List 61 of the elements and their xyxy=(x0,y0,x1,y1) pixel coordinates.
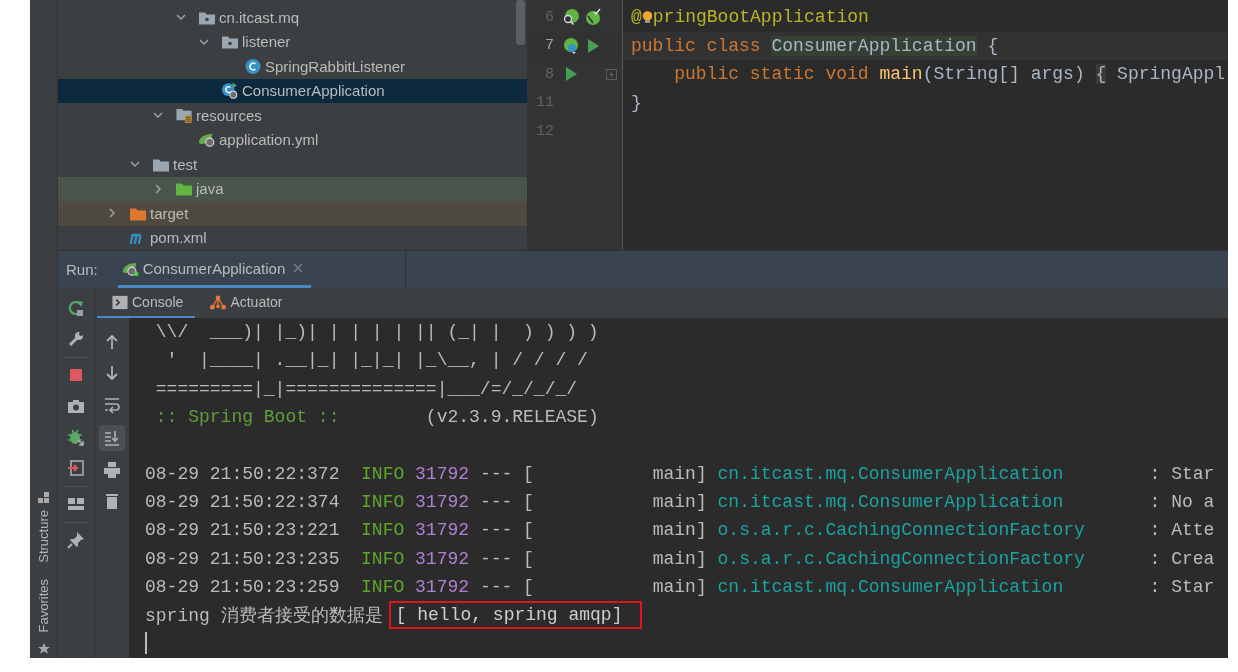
tree-item[interactable]: java xyxy=(58,176,527,201)
tree-item[interactable]: SpringRabbitListener xyxy=(58,54,527,79)
bug-icon[interactable] xyxy=(67,428,85,446)
console-line: 08-29 21:50:22:372 INFO 31792 --- [ main] cn.itcast.mq.ConsumerApplication : Star xyxy=(145,463,1215,484)
code-line: @ xyxy=(631,7,642,28)
console-line: 08-29 21:50:23:235 INFO 31792 --- [ main] o.s.a.r.c.CachingConnectionFactory : Crea xyxy=(145,548,1215,569)
console-line: =========|_|==============|___/=/_/_/_/ xyxy=(154,378,578,399)
console-output: spring 消费者接受的数据是 xyxy=(145,605,383,628)
tree-item[interactable]: ConsumerApplication xyxy=(58,78,527,103)
spring-config-icon xyxy=(198,131,216,149)
console-line: 08-29 21:50:23:221 INFO 31792 --- [ main] o.s.a.r.c.CachingConnectionFactory : Atte xyxy=(145,520,1215,541)
wrap-icon xyxy=(103,396,121,414)
chevron-icon[interactable] xyxy=(152,182,164,195)
console-line: ' |____| .__|_| |_|_| |_\__, | / / / / xyxy=(165,350,588,371)
run-label: Run: xyxy=(65,261,99,278)
tree-item[interactable]: cn.itcast.mq xyxy=(58,5,527,30)
pin-icon[interactable] xyxy=(67,531,85,549)
stop-icon[interactable] xyxy=(67,366,85,384)
chevron-icon[interactable] xyxy=(106,207,118,220)
resources-folder-icon xyxy=(175,106,193,124)
code-line: pringBootApplication xyxy=(652,7,869,28)
actuator-icon xyxy=(209,293,228,311)
tree-item[interactable]: resources xyxy=(58,103,527,128)
rerun-icon[interactable] xyxy=(67,299,85,317)
class-icon xyxy=(244,57,262,75)
tree-item[interactable]: target xyxy=(58,201,527,226)
trash-icon[interactable] xyxy=(103,492,121,510)
tree-item[interactable]: pom.xml xyxy=(58,225,527,250)
structure-icon xyxy=(36,489,51,504)
spring-bean-search-icon[interactable] xyxy=(562,8,580,27)
star-icon xyxy=(36,642,51,656)
tree-item[interactable]: listener xyxy=(58,29,527,54)
code-line: public class ConsumerApplication { xyxy=(631,35,999,56)
line-number: 7 xyxy=(544,37,554,55)
close-icon[interactable] xyxy=(293,263,304,273)
tree-item[interactable]: application.yml xyxy=(58,127,527,152)
lightbulb-icon[interactable] xyxy=(641,8,653,26)
scroll-to-end-icon xyxy=(103,429,121,447)
code-line: public static void main(String[] args) { SpringAppl xyxy=(673,64,1226,85)
spring-bean-icon[interactable] xyxy=(562,36,580,55)
console-icon xyxy=(111,293,129,311)
side-tab[interactable]: Favorites xyxy=(36,578,51,632)
console-line: 08-29 21:50:22:374 INFO 31792 --- [ main] cn.itcast.mq.ConsumerApplication : No a xyxy=(145,491,1215,512)
side-tab[interactable]: Structure xyxy=(36,509,51,563)
layout-icon[interactable] xyxy=(67,495,85,513)
import-icon[interactable] xyxy=(67,459,85,477)
console-line: \\/ ___)| |_)| | | | | || (_| | ) ) ) ) xyxy=(154,322,599,343)
console-tab[interactable]: Actuator xyxy=(195,288,295,318)
highlighted-output: [ hello, spring amqp] xyxy=(388,601,643,630)
console-line: :: Spring Boot :: (v2.3.9.RELEASE) xyxy=(154,407,599,428)
down-arrow-icon[interactable] xyxy=(103,364,121,382)
spring-bean-check-icon[interactable] xyxy=(584,8,602,27)
wrench-icon[interactable] xyxy=(67,330,85,348)
scrollbar-thumb[interactable] xyxy=(516,0,525,45)
print-icon[interactable] xyxy=(103,461,121,479)
code-line: } xyxy=(631,92,642,113)
console-line: 08-29 21:50:23:259 INFO 31792 --- [ main] cn.itcast.mq.ConsumerApplication : Star xyxy=(145,576,1215,597)
scroll-to-end-button[interactable] xyxy=(99,425,125,451)
class-icon xyxy=(221,82,239,100)
tree-item[interactable]: test xyxy=(58,152,527,177)
camera-icon[interactable] xyxy=(67,397,85,415)
